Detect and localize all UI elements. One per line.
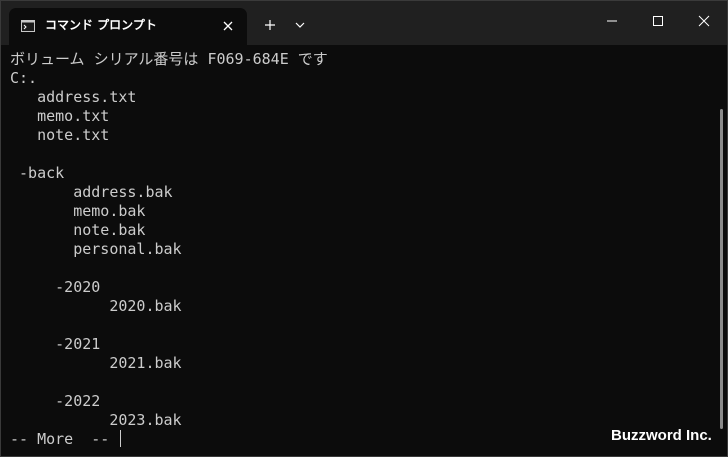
terminal-output[interactable]: ボリューム シリアル番号は F069-684E です C:. address.tx… xyxy=(1,45,727,456)
terminal-line: memo.txt xyxy=(10,107,110,125)
more-prompt-text: -- More -- xyxy=(10,430,119,448)
watermark: Buzzword Inc. xyxy=(611,427,712,444)
new-tab-button[interactable] xyxy=(259,15,281,35)
more-prompt: -- More -- xyxy=(10,430,122,449)
terminal-line: note.bak xyxy=(10,221,146,239)
tab-title: コマンド プロンプト xyxy=(45,18,157,32)
terminal-line: 2023.bak xyxy=(10,411,182,429)
chevron-down-icon[interactable] xyxy=(291,15,309,35)
terminal-text: ボリューム シリアル番号は F069-684E です C:. address.tx… xyxy=(10,50,328,430)
minimize-button[interactable] xyxy=(589,1,635,41)
text-cursor xyxy=(120,430,122,447)
terminal-line: note.txt xyxy=(10,126,110,144)
cmd-icon xyxy=(21,19,35,32)
scrollbar[interactable] xyxy=(720,109,723,429)
terminal-line: memo.bak xyxy=(10,202,146,220)
terminal-line: address.bak xyxy=(10,183,173,201)
terminal-line: personal.bak xyxy=(10,240,182,258)
terminal-line: address.txt xyxy=(10,88,137,106)
maximize-button[interactable] xyxy=(635,1,681,41)
terminal-line: -back xyxy=(10,164,65,182)
terminal-line: -2021 xyxy=(10,335,101,353)
title-bar[interactable]: コマンド プロンプト xyxy=(1,1,727,45)
tab-command-prompt[interactable]: コマンド プロンプト xyxy=(9,8,247,45)
terminal-line: C:. xyxy=(10,69,38,87)
tab-close-icon[interactable] xyxy=(219,17,237,35)
terminal-line: -2020 xyxy=(10,278,101,296)
terminal-window: コマンド プロンプト ボリューム シリアル番号は F069-684E です C:… xyxy=(0,0,728,457)
terminal-line: ボリューム シリアル番号は F069-684E です xyxy=(10,50,328,68)
terminal-line: 2021.bak xyxy=(10,354,182,372)
close-button[interactable] xyxy=(681,1,727,41)
terminal-line: -2022 xyxy=(10,392,101,410)
terminal-line: 2020.bak xyxy=(10,297,182,315)
